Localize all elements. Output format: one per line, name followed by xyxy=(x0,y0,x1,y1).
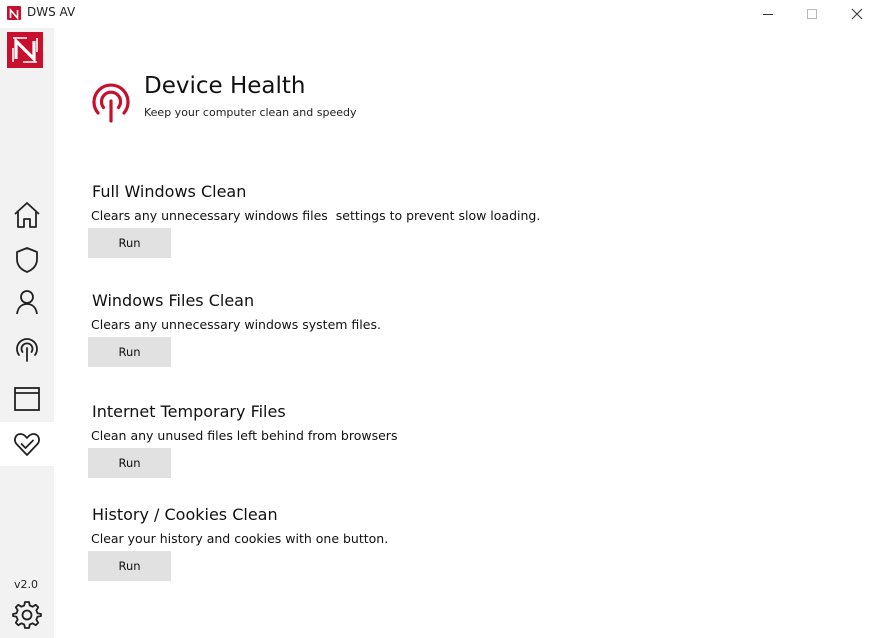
section-history-cookies-clean: History / Cookies Clean Clear your histo… xyxy=(88,505,788,585)
heart-check-icon xyxy=(14,433,40,456)
run-history-cookies-clean-button[interactable]: Run xyxy=(88,551,171,581)
maximize-button[interactable] xyxy=(789,0,835,28)
home-icon xyxy=(14,202,40,228)
sidebar: v2.0 xyxy=(0,28,54,638)
close-button[interactable] xyxy=(834,0,880,28)
nav-browser[interactable] xyxy=(0,377,54,421)
nav-home[interactable] xyxy=(0,193,54,237)
section-title: Full Windows Clean xyxy=(92,182,247,201)
section-description: Clears any unnecessary windows system fi… xyxy=(91,317,381,332)
section-windows-files-clean: Windows Files Clean Clears any unnecessa… xyxy=(88,291,788,371)
broadcast-icon xyxy=(16,338,38,362)
user-icon xyxy=(16,290,38,315)
broadcast-icon xyxy=(92,83,130,123)
settings-button[interactable] xyxy=(0,593,54,637)
title-bar: DWS AV xyxy=(0,0,880,28)
page-subtitle: Keep your computer clean and speedy xyxy=(144,106,357,119)
browser-window-icon xyxy=(14,387,40,411)
device-health-header-icon xyxy=(90,80,132,128)
close-icon xyxy=(851,8,863,20)
minimize-icon xyxy=(763,14,773,15)
section-description: Clears any unnecessary windows files set… xyxy=(91,208,541,223)
nav-network[interactable] xyxy=(0,327,54,371)
app-icon xyxy=(7,6,21,21)
section-title: Internet Temporary Files xyxy=(92,402,286,421)
section-full-windows-clean: Full Windows Clean Clears any unnecessar… xyxy=(88,182,788,262)
section-title: Windows Files Clean xyxy=(92,291,255,310)
nav-account[interactable] xyxy=(0,280,54,324)
run-windows-files-clean-button[interactable]: Run xyxy=(88,337,171,367)
gear-icon xyxy=(12,601,42,629)
nav-protection[interactable] xyxy=(0,238,54,282)
shield-icon xyxy=(16,247,38,273)
section-title: History / Cookies Clean xyxy=(92,505,278,524)
nav-health[interactable] xyxy=(0,422,54,466)
version-label: v2.0 xyxy=(14,578,39,591)
window-title: DWS AV xyxy=(27,5,76,19)
section-description: Clean any unused files left behind from … xyxy=(91,428,398,443)
run-internet-temporary-files-button[interactable]: Run xyxy=(88,448,171,478)
minimize-button[interactable] xyxy=(745,0,791,28)
section-internet-temporary-files: Internet Temporary Files Clean any unuse… xyxy=(88,402,788,482)
dws-logo-icon xyxy=(7,32,43,68)
run-full-windows-clean-button[interactable]: Run xyxy=(88,228,171,258)
maximize-icon xyxy=(807,9,817,19)
page-title: Device Health xyxy=(144,73,306,99)
section-description: Clear your history and cookies with one … xyxy=(91,531,389,546)
